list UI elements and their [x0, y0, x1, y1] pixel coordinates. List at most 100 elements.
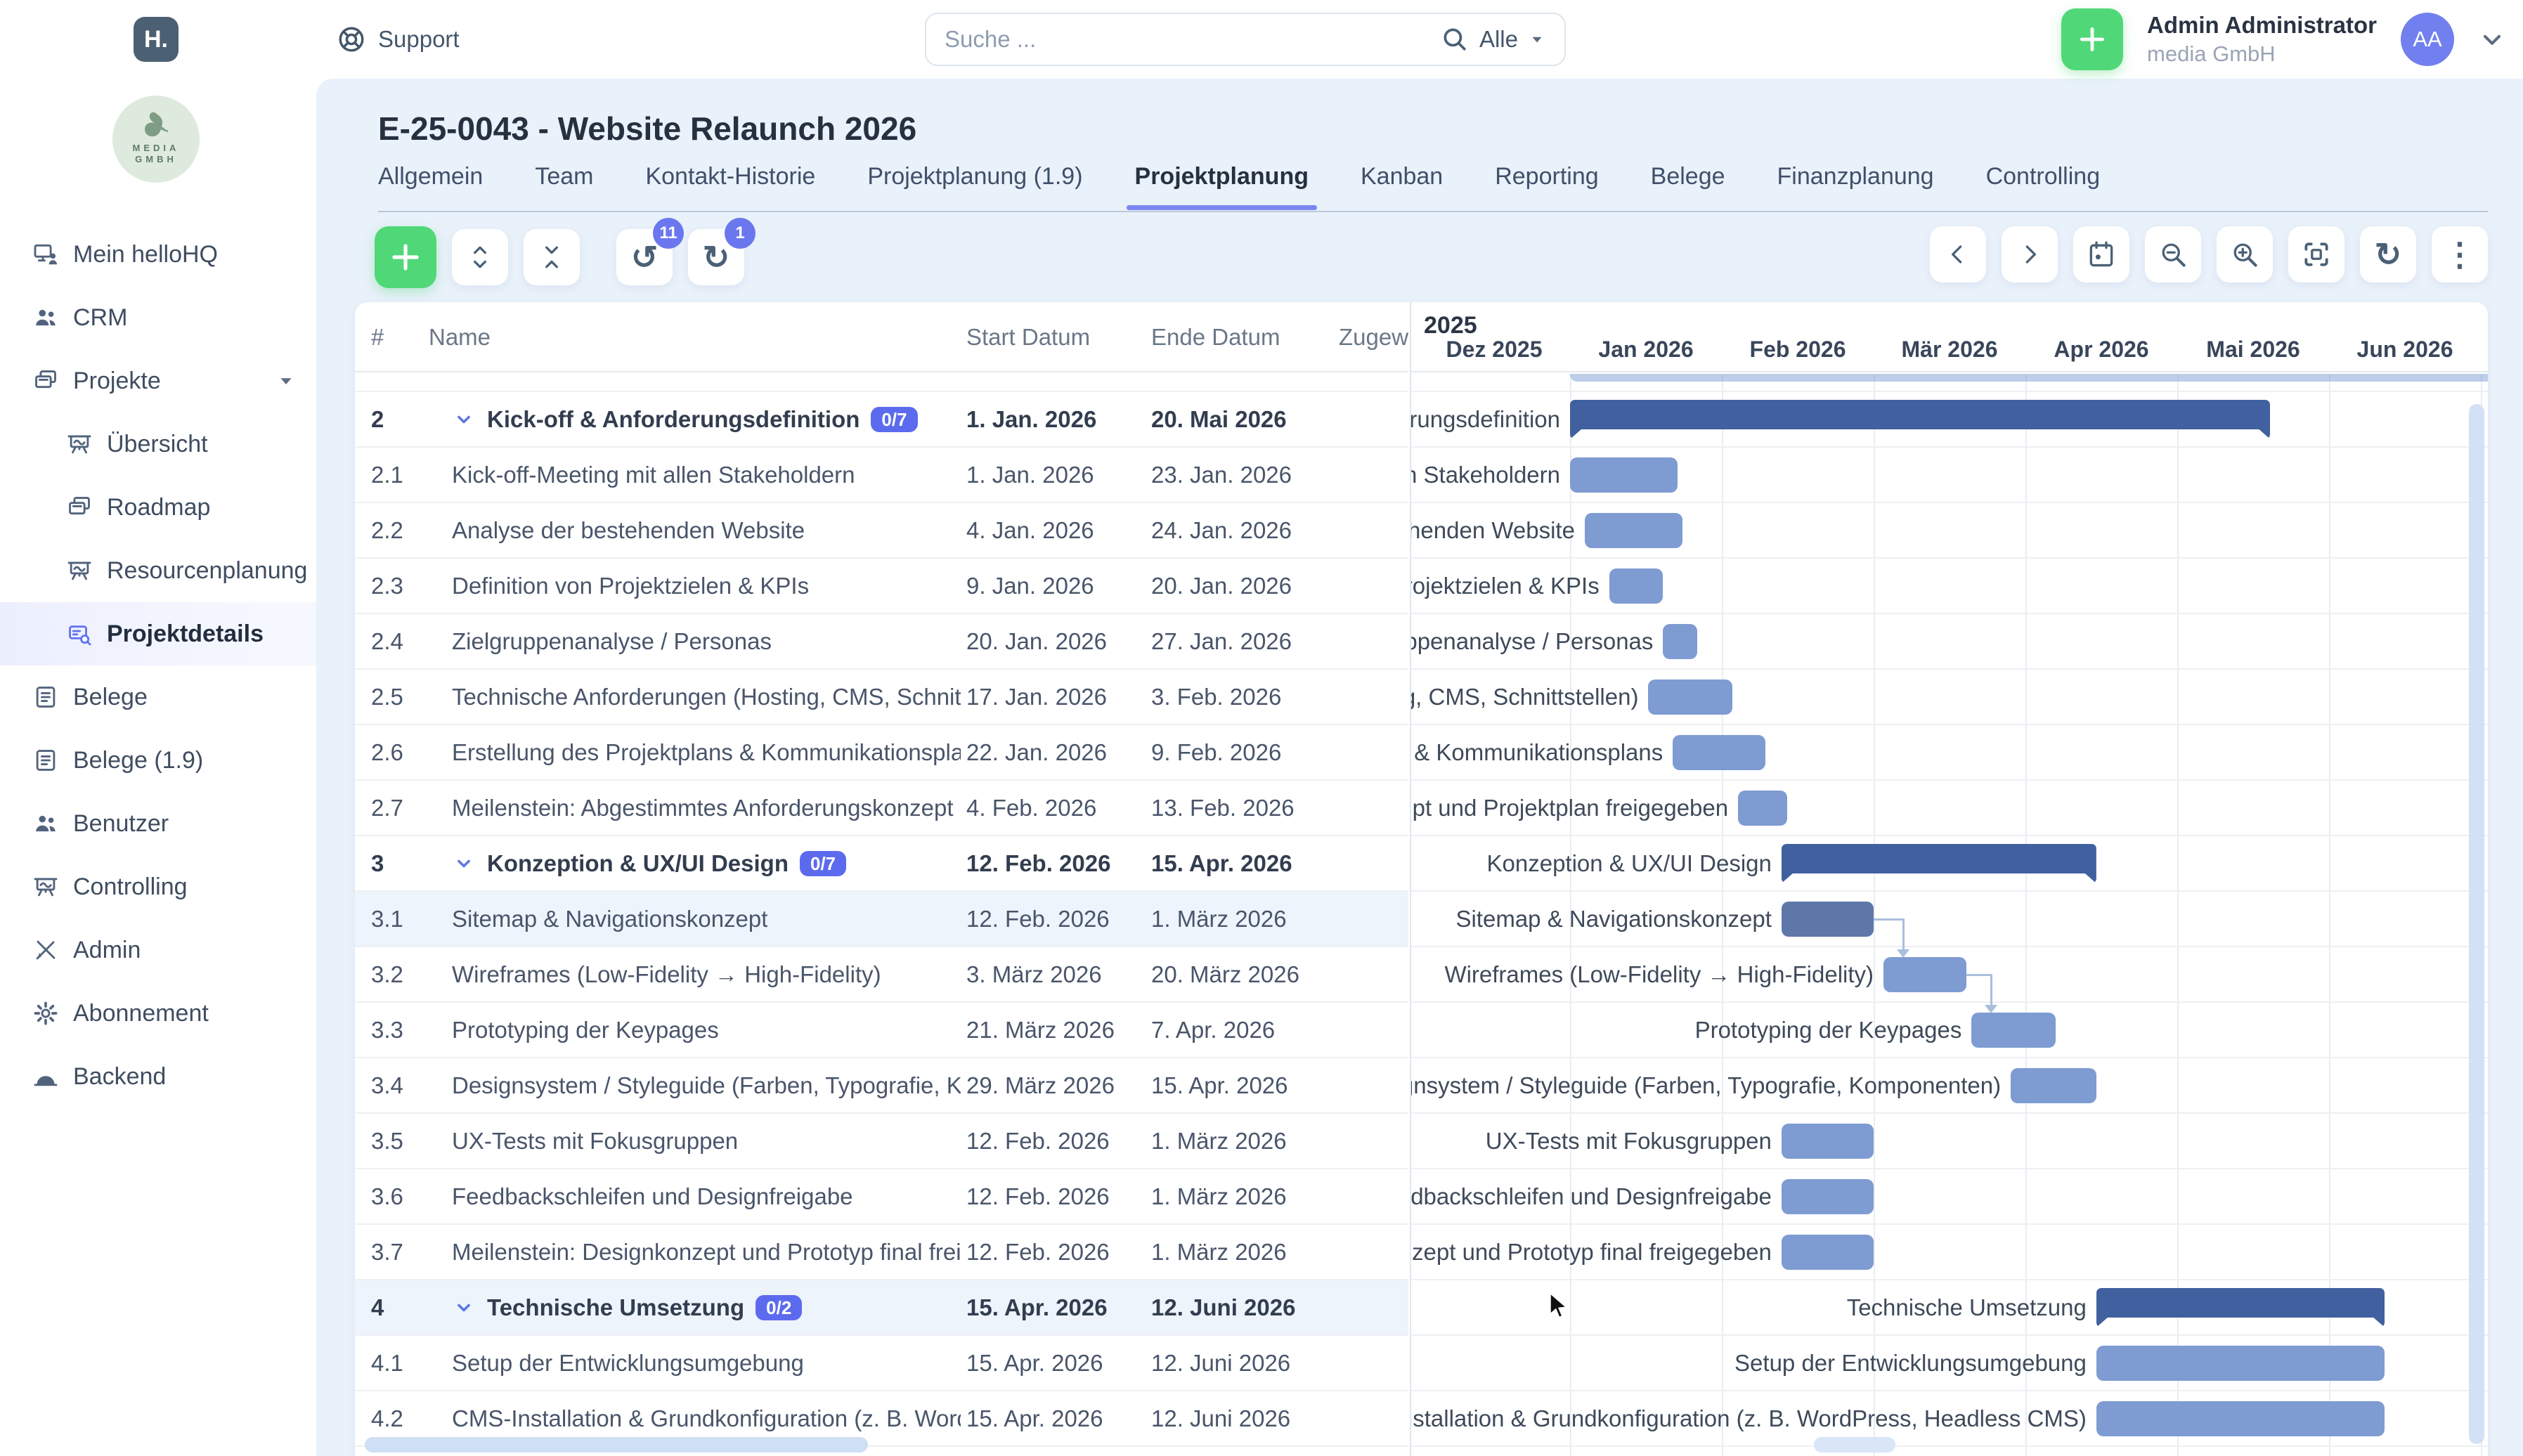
row-chevron-down-icon[interactable]	[452, 852, 476, 876]
tab-controlling[interactable]: Controlling	[1986, 163, 2101, 209]
add-task-button[interactable]	[375, 226, 436, 288]
sidebar-item-resourcenplanung[interactable]: Resourcenplanung	[0, 539, 316, 602]
tab-reporting[interactable]: Reporting	[1495, 163, 1598, 209]
gantt-bar-3.3[interactable]	[1971, 1013, 2056, 1048]
sidebar-item-crm[interactable]: CRM	[0, 286, 316, 349]
global-add-button[interactable]	[2061, 8, 2123, 70]
scroll-left-button[interactable]	[1930, 226, 1986, 282]
table-row-2.6[interactable]: 2.6Erstellung des Projektplans & Kommuni…	[355, 725, 1408, 781]
column-header-name[interactable]: Name	[429, 302, 491, 372]
fit-screen-button[interactable]	[2288, 226, 2344, 282]
sidebar-item-projekte[interactable]: Projekte	[0, 349, 316, 412]
table-row-2.2[interactable]: 2.2Analyse der bestehenden Website4. Jan…	[355, 503, 1408, 559]
table-row-2.4[interactable]: 2.4Zielgruppenanalyse / Personas20. Jan.…	[355, 614, 1408, 670]
company-avatar[interactable]: MEDIA GMBH	[112, 96, 200, 183]
planning-panel: # Name Start Datum Ende Datum Zugewiesen 1Ad…	[355, 302, 2488, 1456]
support-button[interactable]: Support	[336, 0, 460, 79]
sidebar-item-belege[interactable]: Belege	[0, 665, 316, 729]
task-name-cell: Erstellung des Projektplans & Kommunikat…	[452, 725, 961, 779]
gantt-bar-2.7[interactable]	[1738, 791, 1787, 826]
sidebar-item-abonnement[interactable]: Abonnement	[0, 982, 316, 1045]
table-row-4.1[interactable]: 4.1Setup der Entwicklungsumgebung15. Apr…	[355, 1336, 1408, 1391]
tab-team[interactable]: Team	[535, 163, 593, 209]
gantt-bar-3[interactable]	[1782, 844, 2096, 883]
table-row-2.5[interactable]: 2.5Technische Anforderungen (Hosting, CM…	[355, 670, 1408, 725]
table-row-3.7[interactable]: 3.7Meilenstein: Designkonzept und Protot…	[355, 1225, 1408, 1280]
sidebar-item-mein-hellohq[interactable]: Mein helloHQ	[0, 223, 316, 286]
row-chevron-down-icon[interactable]	[452, 408, 476, 431]
table-row-2.1[interactable]: 2.1Kick-off-Meeting mit allen Stakeholde…	[355, 448, 1408, 503]
gantt-bar-3.1[interactable]	[1782, 902, 1874, 937]
tab-allgemein[interactable]: Allgemein	[378, 163, 483, 209]
gantt-bar-2.4[interactable]	[1663, 624, 1697, 659]
user-menu-chevron-icon[interactable]	[2478, 25, 2506, 53]
sidebar-item-benutzer[interactable]: Benutzer	[0, 792, 316, 855]
gantt-bar-2.2[interactable]	[1585, 513, 1682, 548]
gantt-bar-2.6[interactable]	[1673, 735, 1765, 770]
tab-projektplanung[interactable]: Projektplanung	[1135, 163, 1309, 209]
tab-belege[interactable]: Belege	[1651, 163, 1725, 209]
gantt-horizontal-scrollbar[interactable]	[1814, 1437, 1895, 1452]
table-row-3.1[interactable]: 3.1Sitemap & Navigationskonzept12. Feb. …	[355, 892, 1408, 947]
gantt-bar-3.5[interactable]	[1782, 1124, 1874, 1159]
tab-projektplanung-1-9-[interactable]: Projektplanung (1.9)	[867, 163, 1082, 209]
sidebar-item-projektdetails[interactable]: Projektdetails	[0, 602, 316, 665]
undo-button[interactable]: ↺11	[616, 229, 673, 285]
expand-all-button[interactable]	[452, 229, 508, 285]
gantt-bar-1[interactable]	[1570, 374, 2488, 382]
column-header-startdatum[interactable]: Start Datum	[966, 302, 1090, 372]
sidebar-item-belege-19[interactable]: Belege (1.9)	[0, 729, 316, 792]
table-row-3.2[interactable]: 3.2Wireframes (Low-Fidelity → High-Fidel…	[355, 947, 1408, 1003]
tab-kontakt-historie[interactable]: Kontakt-Historie	[645, 163, 815, 209]
table-row-3.3[interactable]: 3.3Prototyping der Keypages21. März 2026…	[355, 1003, 1408, 1058]
search-scope-dropdown[interactable]: Alle	[1440, 25, 1546, 54]
sidebar-item-admin[interactable]: Admin	[0, 918, 316, 982]
table-row-3[interactable]: 3Konzeption & UX/UI Design0/712. Feb. 20…	[355, 836, 1408, 892]
gantt-vertical-scrollbar[interactable]	[2469, 404, 2484, 1444]
gantt-bar-3.7[interactable]	[1782, 1235, 1874, 1270]
table-row-2[interactable]: 2Kick-off & Anforderungsdefinition0/71. …	[355, 392, 1408, 448]
table-row-3.4[interactable]: 3.4Designsystem / Styleguide (Farben, Ty…	[355, 1058, 1408, 1114]
collapse-all-button[interactable]	[524, 229, 580, 285]
gantt-bar-2[interactable]	[1570, 400, 2270, 439]
table-row-1[interactable]: 1Administration1. Jan. 202631. Dez. 2026	[355, 374, 1408, 392]
gantt-bar-3.6[interactable]	[1782, 1179, 1874, 1214]
refresh-button[interactable]: ↻	[2360, 226, 2416, 282]
row-chevron-down-icon[interactable]	[452, 1296, 476, 1320]
gantt-bar-2.5[interactable]	[1648, 680, 1732, 715]
gantt-bar-3.4[interactable]	[2011, 1068, 2096, 1103]
zoom-in-button[interactable]	[2217, 226, 2273, 282]
table-row-3.6[interactable]: 3.6Feedbackschleifen und Designfreigabe1…	[355, 1169, 1408, 1225]
sidebar-item-uebersicht[interactable]: Übersicht	[0, 412, 316, 476]
gantt-bar-2.1[interactable]	[1570, 457, 1678, 493]
more-options-button[interactable]: ⋮	[2432, 226, 2488, 282]
user-block[interactable]: Admin Administrator media GmbH	[2147, 12, 2377, 67]
sidebar-item-roadmap[interactable]: Roadmap	[0, 476, 316, 539]
hellohq-logo[interactable]: H.	[134, 17, 179, 62]
table-row-2.7[interactable]: 2.7Meilenstein: Abgestimmtes Anforderung…	[355, 781, 1408, 836]
gantt-bar-4[interactable]	[2096, 1288, 2385, 1327]
sidebar-item-controlling[interactable]: Controlling	[0, 855, 316, 918]
today-button[interactable]	[2073, 226, 2129, 282]
task-end-date: 1. März 2026	[1151, 892, 1383, 946]
gantt-bar-2.3[interactable]	[1609, 568, 1663, 604]
column-header-endedatum[interactable]: Ende Datum	[1151, 302, 1280, 372]
gantt-bar-4.1[interactable]	[2096, 1346, 2385, 1381]
gantt-bar-4.2[interactable]	[2096, 1401, 2385, 1436]
search-input[interactable]	[945, 26, 1440, 53]
user-avatar[interactable]: AA	[2401, 13, 2454, 66]
table-row-4[interactable]: 4Technische Umsetzung0/215. Apr. 202612.…	[355, 1280, 1408, 1336]
table-row-2.3[interactable]: 2.3Definition von Projektzielen & KPIs9.…	[355, 559, 1408, 614]
column-header-zugewiesen[interactable]: Zugewiesen	[1339, 302, 1408, 372]
column-header-#[interactable]: #	[371, 302, 384, 372]
sidebar-item-backend[interactable]: Backend	[0, 1045, 316, 1108]
table-row-3.5[interactable]: 3.5UX-Tests mit Fokusgruppen12. Feb. 202…	[355, 1114, 1408, 1169]
table-horizontal-scrollbar[interactable]	[365, 1437, 868, 1452]
gantt-bar-3.2[interactable]	[1883, 957, 1966, 992]
row-chevron-down-icon[interactable]	[627, 374, 651, 376]
scroll-right-button[interactable]	[2002, 226, 2058, 282]
zoom-out-button[interactable]	[2145, 226, 2201, 282]
tab-finanzplanung[interactable]: Finanzplanung	[1777, 163, 1934, 209]
redo-button[interactable]: ↻1	[688, 229, 744, 285]
tab-kanban[interactable]: Kanban	[1361, 163, 1443, 209]
